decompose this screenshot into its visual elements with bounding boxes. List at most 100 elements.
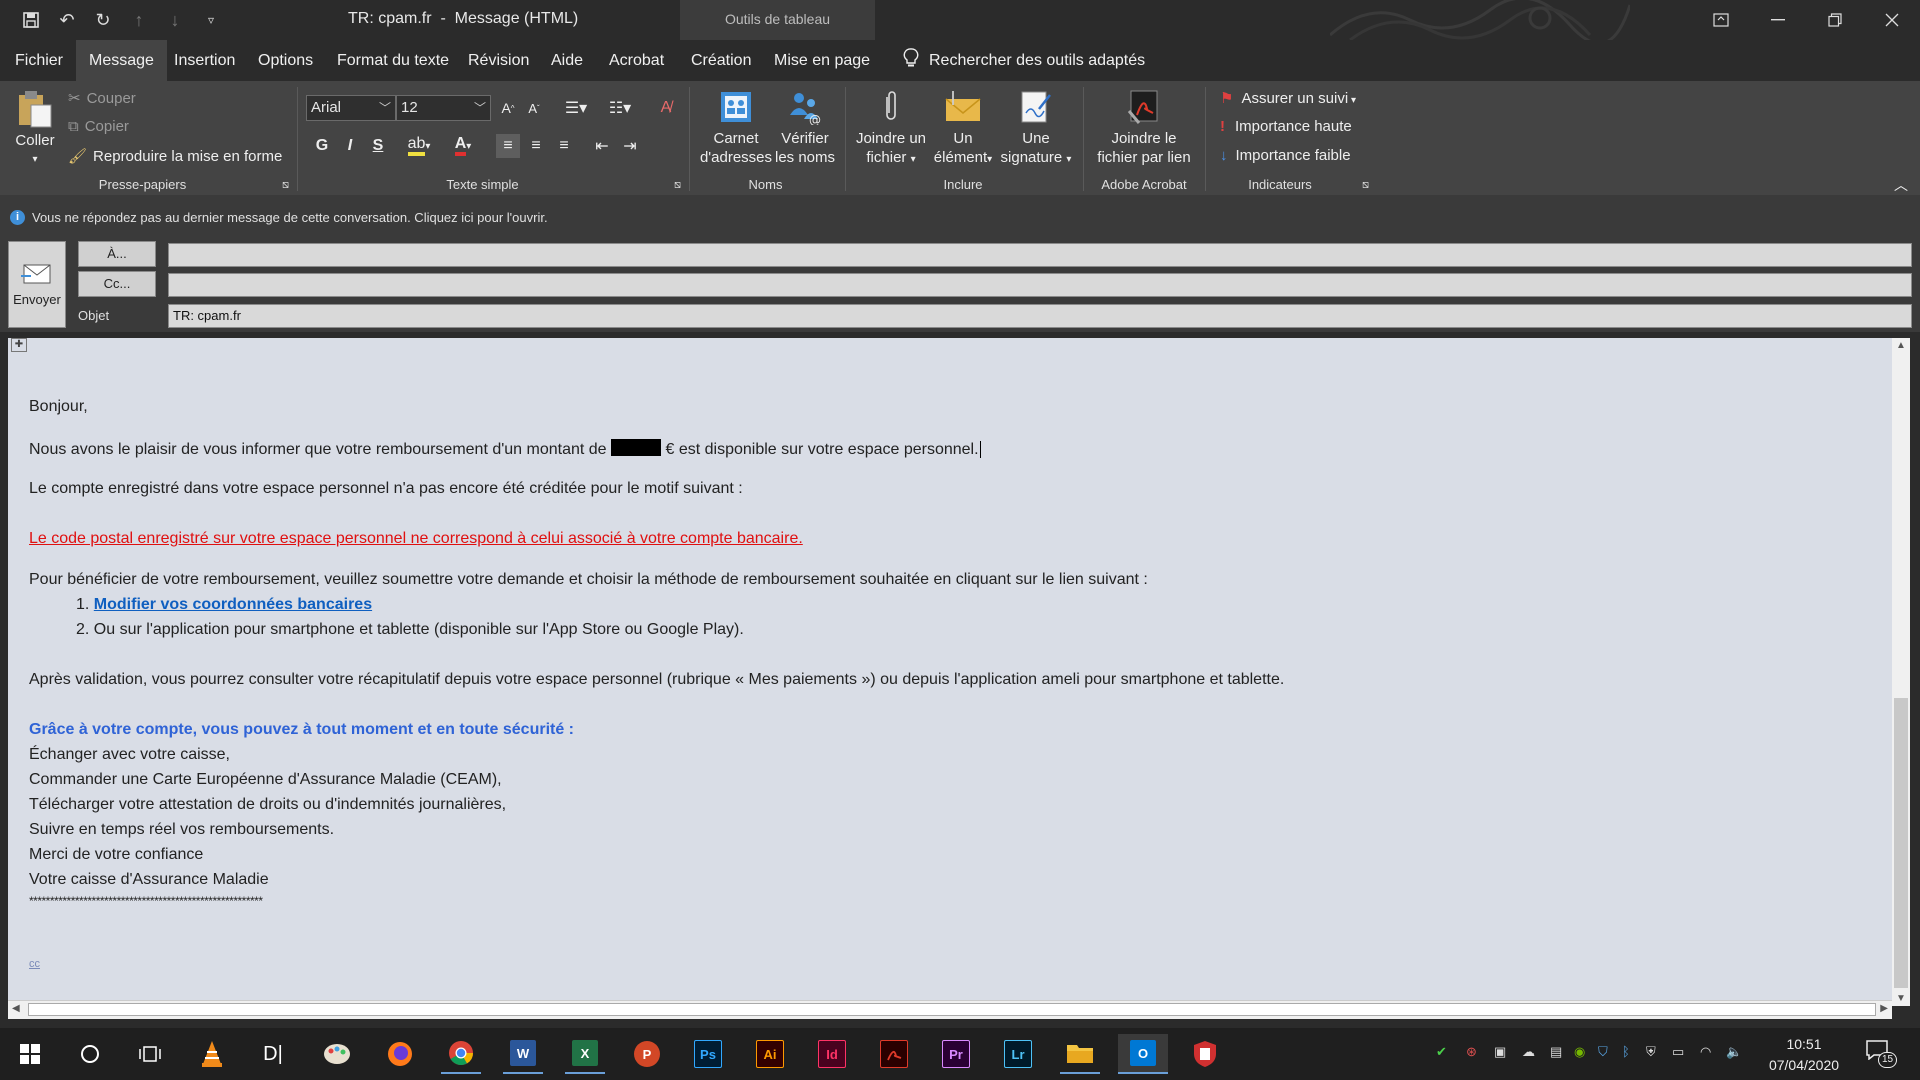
font-size-select[interactable]: 12 ﹀	[396, 95, 491, 121]
tray-defender-icon[interactable]: ⛉	[1598, 1044, 1608, 1060]
taskbar-dl-icon[interactable]: D|	[253, 1034, 293, 1074]
follow-up-button[interactable]: ⚑ Assurer un suivi ▾	[1220, 89, 1356, 107]
clear-format-icon[interactable]: A̸	[654, 96, 678, 120]
message-body[interactable]: ✚ Bonjour, Nous avons le plaisir de vous…	[8, 338, 1892, 1006]
tray-storage-icon[interactable]: ▤	[1550, 1044, 1562, 1060]
scroll-left-icon[interactable]: ◀	[12, 1003, 20, 1014]
taskbar-explorer-icon[interactable]	[1060, 1034, 1100, 1074]
taskbar-lightroom-icon[interactable]: Lr	[998, 1034, 1038, 1074]
table-move-handle-icon[interactable]: ✚	[11, 338, 27, 352]
tray-app-icon[interactable]: ⊛	[1466, 1044, 1477, 1060]
tray-bluetooth-icon[interactable]: ᛒ	[1622, 1044, 1630, 1059]
address-book-button[interactable]: Carnet d'adresses	[698, 89, 774, 167]
taskbar-photoshop-icon[interactable]: Ps	[688, 1034, 728, 1074]
scroll-down-icon[interactable]: ▼	[1896, 993, 1906, 1004]
taskbar-excel-icon[interactable]: X	[565, 1034, 605, 1074]
scroll-right-icon[interactable]: ▶	[1880, 1003, 1888, 1014]
collapse-ribbon-icon[interactable]: ︿	[1894, 175, 1908, 195]
taskbar-paint-icon[interactable]	[317, 1034, 357, 1074]
bullets-icon[interactable]: ☰▾	[558, 96, 594, 120]
cc-field[interactable]	[168, 273, 1912, 297]
align-left-icon[interactable]: ≡	[496, 134, 520, 158]
send-button[interactable]: Envoyer	[8, 241, 66, 328]
bold-button[interactable]: G	[310, 134, 334, 158]
tags-launcher-icon[interactable]: ⧅	[1362, 179, 1369, 192]
tab-revision[interactable]: Révision	[455, 40, 542, 81]
taskbar-outlook-icon[interactable]: O	[1118, 1034, 1168, 1074]
signature-button[interactable]: Une signature ▾	[998, 89, 1074, 169]
paste-button[interactable]: Coller ▾	[10, 89, 60, 169]
font-color-icon[interactable]: A ▾	[444, 134, 482, 158]
footer-link[interactable]: cc	[29, 958, 40, 970]
basic-text-launcher-icon[interactable]: ⧅	[674, 179, 681, 192]
customize-qat-icon[interactable]: ▿	[198, 8, 224, 32]
decrease-indent-icon[interactable]: ⇤	[590, 134, 614, 158]
tab-acrobat[interactable]: Acrobat	[596, 40, 677, 81]
shrink-font-icon[interactable]: Aˇ	[522, 96, 546, 120]
cc-button[interactable]: Cc...	[78, 271, 156, 297]
tab-creation[interactable]: Création	[678, 40, 764, 81]
clipboard-launcher-icon[interactable]: ⧅	[282, 179, 289, 192]
info-bar[interactable]: i Vous ne répondez pas au dernier messag…	[0, 195, 1920, 239]
taskbar-premiere-icon[interactable]: Pr	[936, 1034, 976, 1074]
taskbar-chrome-icon[interactable]	[441, 1034, 481, 1074]
attach-item-button[interactable]: Un élément▾	[928, 89, 998, 169]
align-center-icon[interactable]: ≡	[524, 134, 548, 158]
attach-file-by-link-button[interactable]: Joindre le fichier par lien	[1090, 89, 1198, 167]
tab-insertion[interactable]: Insertion	[161, 40, 248, 81]
horizontal-scrollbar[interactable]: ◀ ▶	[8, 1000, 1892, 1019]
tray-volume-icon[interactable]: 🔈	[1726, 1044, 1742, 1060]
check-names-button[interactable]: @ Vérifier les noms	[774, 89, 836, 167]
warning-text[interactable]: Le code postal enregistré sur votre espa…	[29, 530, 803, 548]
tray-battery-icon[interactable]: ▭	[1672, 1044, 1684, 1060]
low-importance-button[interactable]: ↓ Importance faible	[1220, 147, 1351, 164]
highlight-icon[interactable]: ab ▾	[400, 134, 438, 158]
taskbar-firefox-icon[interactable]	[380, 1034, 420, 1074]
taskbar-acrobat-icon[interactable]	[874, 1034, 914, 1074]
scroll-up-icon[interactable]: ▲	[1896, 340, 1906, 351]
tab-format-du-texte[interactable]: Format du texte	[324, 40, 462, 81]
restore-icon[interactable]	[1806, 0, 1863, 40]
taskbar-word-icon[interactable]: W	[503, 1034, 543, 1074]
cortana-icon[interactable]	[70, 1034, 110, 1074]
task-view-icon[interactable]	[130, 1034, 170, 1074]
redo-icon[interactable]: ↻	[90, 8, 116, 32]
increase-indent-icon[interactable]: ⇥	[618, 134, 642, 158]
vertical-scrollbar[interactable]: ▲ ▼	[1892, 338, 1910, 1006]
update-bank-details-link[interactable]: Modifier vos coordonnées bancaires	[94, 596, 372, 613]
scroll-thumb[interactable]	[1894, 698, 1908, 988]
numbering-icon[interactable]: ☷▾	[602, 96, 638, 120]
attach-file-button[interactable]: Joindre un fichier ▾	[852, 89, 930, 169]
minimize-icon[interactable]	[1749, 0, 1806, 40]
clock[interactable]: 10:51 07/04/2020	[1764, 1034, 1844, 1076]
to-button[interactable]: À...	[78, 241, 156, 267]
taskbar-indesign-icon[interactable]: Id	[812, 1034, 852, 1074]
tray-nvidia-icon[interactable]: ◉	[1574, 1044, 1585, 1060]
to-field[interactable]	[168, 243, 1912, 267]
taskbar-security-icon[interactable]	[1185, 1034, 1225, 1074]
down-arrow-icon[interactable]: ↓	[162, 8, 188, 32]
font-name-select[interactable]: Arial ﹀	[306, 95, 396, 121]
high-importance-button[interactable]: ! Importance haute	[1220, 118, 1352, 135]
save-icon[interactable]	[18, 8, 44, 32]
close-icon[interactable]	[1863, 0, 1920, 40]
grow-font-icon[interactable]: A ^	[496, 96, 520, 120]
windows-start-icon[interactable]	[10, 1034, 50, 1074]
tray-wifi-icon[interactable]: ◠	[1700, 1044, 1711, 1060]
ribbon-display-icon[interactable]	[1692, 0, 1749, 40]
tab-message[interactable]: Message	[76, 40, 167, 81]
italic-button[interactable]: I	[338, 134, 362, 158]
tab-fichier[interactable]: Fichier	[2, 40, 76, 81]
scroll-thumb[interactable]	[28, 1003, 1876, 1016]
format-painter-button[interactable]: 🖌 Reproduire la mise en forme	[68, 147, 282, 165]
search-tools[interactable]: Rechercher des outils adaptés	[890, 40, 1158, 81]
tray-cloud-icon[interactable]: ☁	[1522, 1044, 1535, 1060]
taskbar-illustrator-icon[interactable]: Ai	[750, 1034, 790, 1074]
tab-options[interactable]: Options	[245, 40, 326, 81]
copy-button[interactable]: ⧉ Copier	[68, 118, 129, 135]
align-right-icon[interactable]: ≡	[552, 134, 576, 158]
tab-aide[interactable]: Aide	[538, 40, 596, 81]
taskbar-vlc-icon[interactable]	[192, 1034, 232, 1074]
undo-icon[interactable]: ↶	[54, 8, 80, 32]
tab-mise-en-page[interactable]: Mise en page	[761, 40, 883, 81]
